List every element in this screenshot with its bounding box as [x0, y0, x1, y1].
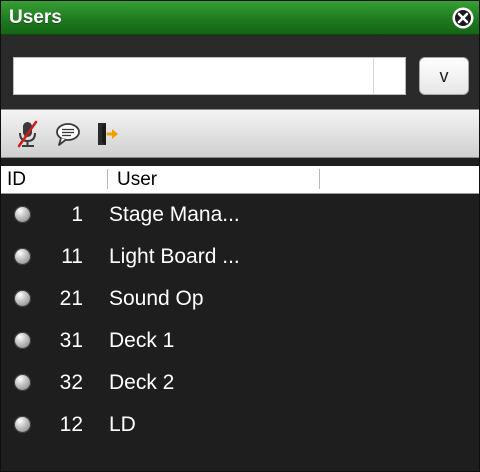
table-row[interactable]: 11 Light Board ... — [1, 236, 479, 278]
user-name: Stage Mana... — [109, 203, 240, 226]
panel-title: Users — [9, 7, 62, 28]
user-id: 21 — [59, 287, 83, 310]
table-row[interactable]: 31 Deck 1 — [1, 320, 479, 362]
mute-microphone-icon[interactable] — [13, 120, 43, 148]
exit-door-icon[interactable] — [93, 120, 123, 148]
column-separator[interactable] — [319, 169, 320, 189]
user-name: Sound Op — [109, 287, 204, 310]
search-row: v — [1, 35, 479, 109]
column-header-id[interactable]: ID — [7, 169, 26, 191]
table-row[interactable]: 1 Stage Mana... — [1, 194, 479, 236]
v-button[interactable]: v — [419, 57, 469, 95]
title-bar[interactable]: Users — [1, 1, 479, 35]
table-header: ID User — [1, 166, 479, 194]
search-input[interactable] — [13, 57, 406, 95]
table-row[interactable]: 21 Sound Op — [1, 278, 479, 320]
table-row[interactable]: 12 LD — [1, 404, 479, 446]
user-id: 32 — [59, 371, 83, 394]
status-dot-icon — [14, 206, 31, 223]
users-panel: Users v ID User 1 Stage Mana... 11 Light… — [0, 0, 480, 472]
user-id: 31 — [59, 329, 83, 352]
user-id: 12 — [59, 413, 83, 436]
status-dot-icon — [14, 290, 31, 307]
column-header-user[interactable]: User — [117, 169, 157, 191]
toolbar — [1, 109, 479, 158]
users-list: 1 Stage Mana... 11 Light Board ... 21 So… — [1, 194, 479, 446]
chat-bubble-icon[interactable] — [53, 120, 83, 148]
user-id: 1 — [71, 203, 83, 226]
table-row[interactable]: 32 Deck 2 — [1, 362, 479, 404]
status-dot-icon — [14, 416, 31, 433]
user-name: Deck 2 — [109, 371, 175, 394]
status-dot-icon — [14, 374, 31, 391]
user-name: Light Board ... — [109, 245, 240, 268]
user-id: 11 — [61, 245, 83, 268]
search-input-divider — [373, 58, 374, 94]
status-dot-icon — [14, 248, 31, 265]
user-name: Deck 1 — [109, 329, 175, 352]
close-icon[interactable] — [452, 7, 474, 29]
status-dot-icon — [14, 332, 31, 349]
column-separator[interactable] — [107, 169, 108, 189]
user-name: LD — [109, 413, 136, 436]
